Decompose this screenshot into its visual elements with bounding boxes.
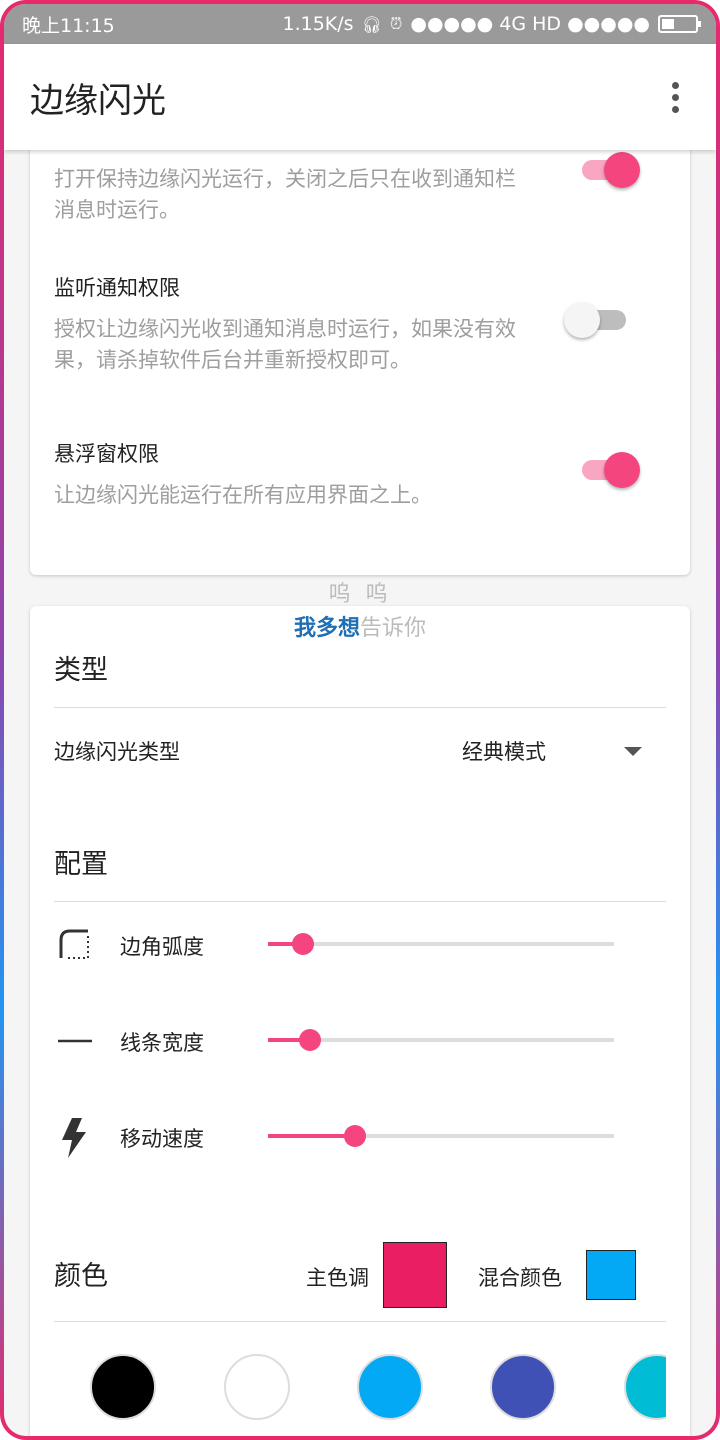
primary-color-label: 主色调 — [306, 1266, 369, 1290]
dropdown-arrow-icon — [624, 746, 642, 756]
setting-desc: 授权让边缘闪光收到通知消息时运行，如果没有效果，请杀掉软件后台并重新授权即可。 — [54, 317, 516, 372]
overlay-text-b: 告诉你 — [360, 616, 427, 641]
palette-row — [54, 1346, 666, 1436]
keep-running-switch[interactable] — [580, 150, 640, 190]
notification-permission-switch[interactable] — [564, 300, 626, 340]
overlay-text-a: 我多想 — [293, 616, 360, 641]
primary-color-swatch[interactable] — [383, 1242, 447, 1308]
flash-type-dropdown[interactable]: 经典模式 — [462, 736, 642, 766]
line-width-slider[interactable] — [268, 1028, 614, 1052]
palette-color-1[interactable] — [224, 1354, 290, 1420]
settings-card: 类型 边缘闪光类型 经典模式 配置 边角弧度 线条宽度 移动速度 颜色 主色调 … — [30, 606, 690, 1436]
palette-color-2[interactable] — [357, 1354, 423, 1420]
color-heading-text: 颜色 — [54, 1261, 108, 1292]
move-speed-label: 移动速度 — [120, 1127, 204, 1151]
overlay-line2: 我多想告诉你 — [4, 610, 716, 642]
corner-radius-icon — [58, 928, 92, 962]
setting-desc: 打开保持边缘闪光运行，关闭之后只在收到通知栏消息时运行。 — [54, 167, 516, 222]
palette-color-4[interactable] — [624, 1354, 666, 1420]
status-bar: 晚上11:15 1.15K/s 🎧︎ ⏰︎ ●●●●● 4G HD ●●●●● — [4, 4, 716, 44]
flash-type-label: 边缘闪光类型 — [54, 740, 180, 764]
setting-title: 监听通知权限 — [54, 276, 180, 300]
move-speed-slider[interactable] — [268, 1124, 614, 1148]
status-right: 1.15K/s 🎧︎ ⏰︎ ●●●●● 4G HD ●●●●● — [282, 13, 701, 35]
overlay-line1: 呜 呜 — [328, 582, 392, 607]
type-heading: 类型 — [54, 648, 666, 708]
permissions-card: 打开保持边缘闪光运行，关闭之后只在收到通知栏消息时运行。 监听通知权限 授权让边… — [30, 150, 690, 575]
line-width-icon — [58, 1024, 92, 1058]
app-title: 边缘闪光 — [30, 80, 166, 121]
config-heading: 配置 — [54, 842, 666, 902]
screen: 晚上11:15 1.15K/s 🎧︎ ⏰︎ ●●●●● 4G HD ●●●●● … — [4, 4, 716, 1436]
line-width-label: 线条宽度 — [120, 1031, 204, 1055]
headphones-icon: 🎧︎ — [361, 14, 382, 34]
alarm-icon: ⏰︎ — [389, 14, 403, 33]
overlay-permission-switch[interactable] — [580, 450, 640, 490]
mix-color-swatch[interactable] — [586, 1250, 636, 1300]
app-bar: 边缘闪光 — [4, 44, 716, 150]
lightning-icon — [58, 1118, 92, 1158]
signal-text: ●●●●● 4G HD ●●●●● — [410, 13, 650, 35]
flash-type-value: 经典模式 — [462, 740, 546, 764]
setting-desc: 让边缘闪光能运行在所有应用界面之上。 — [54, 483, 432, 507]
corner-radius-slider[interactable] — [268, 932, 614, 956]
battery-icon — [658, 15, 701, 33]
content-scroll[interactable]: 打开保持边缘闪光运行，关闭之后只在收到通知栏消息时运行。 监听通知权限 授权让边… — [4, 150, 716, 1436]
corner-radius-label: 边角弧度 — [120, 935, 204, 959]
phone-frame: 晚上11:15 1.15K/s 🎧︎ ⏰︎ ●●●●● 4G HD ●●●●● … — [0, 0, 720, 1440]
status-time: 晚上11:15 — [22, 14, 115, 37]
network-speed: 1.15K/s — [282, 13, 354, 35]
palette-color-3[interactable] — [490, 1354, 556, 1420]
mix-color-label: 混合颜色 — [478, 1266, 562, 1290]
palette-color-0[interactable] — [90, 1354, 156, 1420]
more-options-icon[interactable] — [660, 77, 690, 117]
